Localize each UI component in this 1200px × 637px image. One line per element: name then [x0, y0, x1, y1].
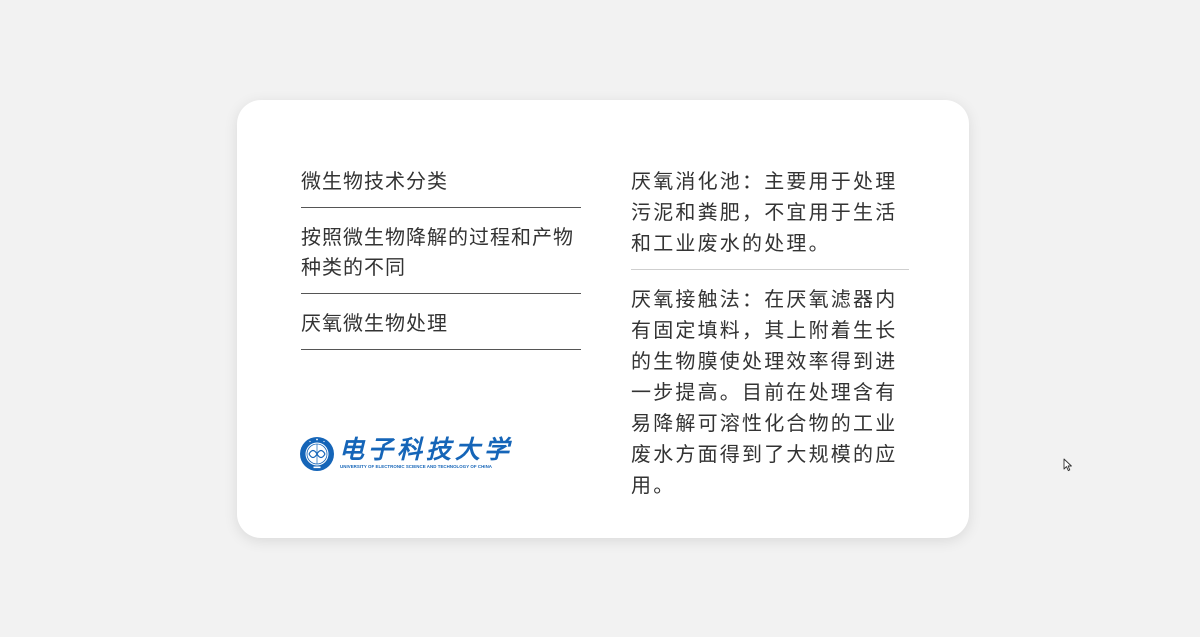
logo-name-en: UNIVERSITY OF ELECTRONIC SCIENCE AND TEC… — [340, 464, 493, 469]
right-item-contact-process: 厌氧接触法：在厌氧滤器内有固定填料，其上附着生长的生物膜使处理效率得到进一步提高… — [631, 287, 898, 497]
logo-name-cn: 电子科技大学 — [339, 435, 514, 464]
right-item-digester: 厌氧消化池：主要用于处理污泥和粪肥，不宜用于生活和工业废水的处理。 — [631, 166, 909, 270]
university-seal-icon — [300, 437, 334, 471]
university-logo: 电子科技大学 UNIVERSITY OF ELECTRONIC SCIENCE … — [299, 436, 509, 472]
left-item-anaerobic: 厌氧微生物处理 — [301, 294, 581, 350]
right-column: 厌氧消化池：主要用于处理污泥和粪肥，不宜用于生活和工业废水的处理。 厌氧接触法：… — [631, 166, 909, 501]
content-card: 微生物技术分类 按照微生物降解的过程和产物种类的不同 厌氧微生物处理 厌氧消化池… — [237, 100, 969, 538]
mouse-pointer-icon — [1063, 458, 1072, 472]
left-item-category: 微生物技术分类 — [301, 160, 581, 208]
left-item-basis: 按照微生物降解的过程和产物种类的不同 — [301, 208, 581, 294]
left-column: 微生物技术分类 按照微生物降解的过程和产物种类的不同 厌氧微生物处理 — [301, 160, 581, 350]
